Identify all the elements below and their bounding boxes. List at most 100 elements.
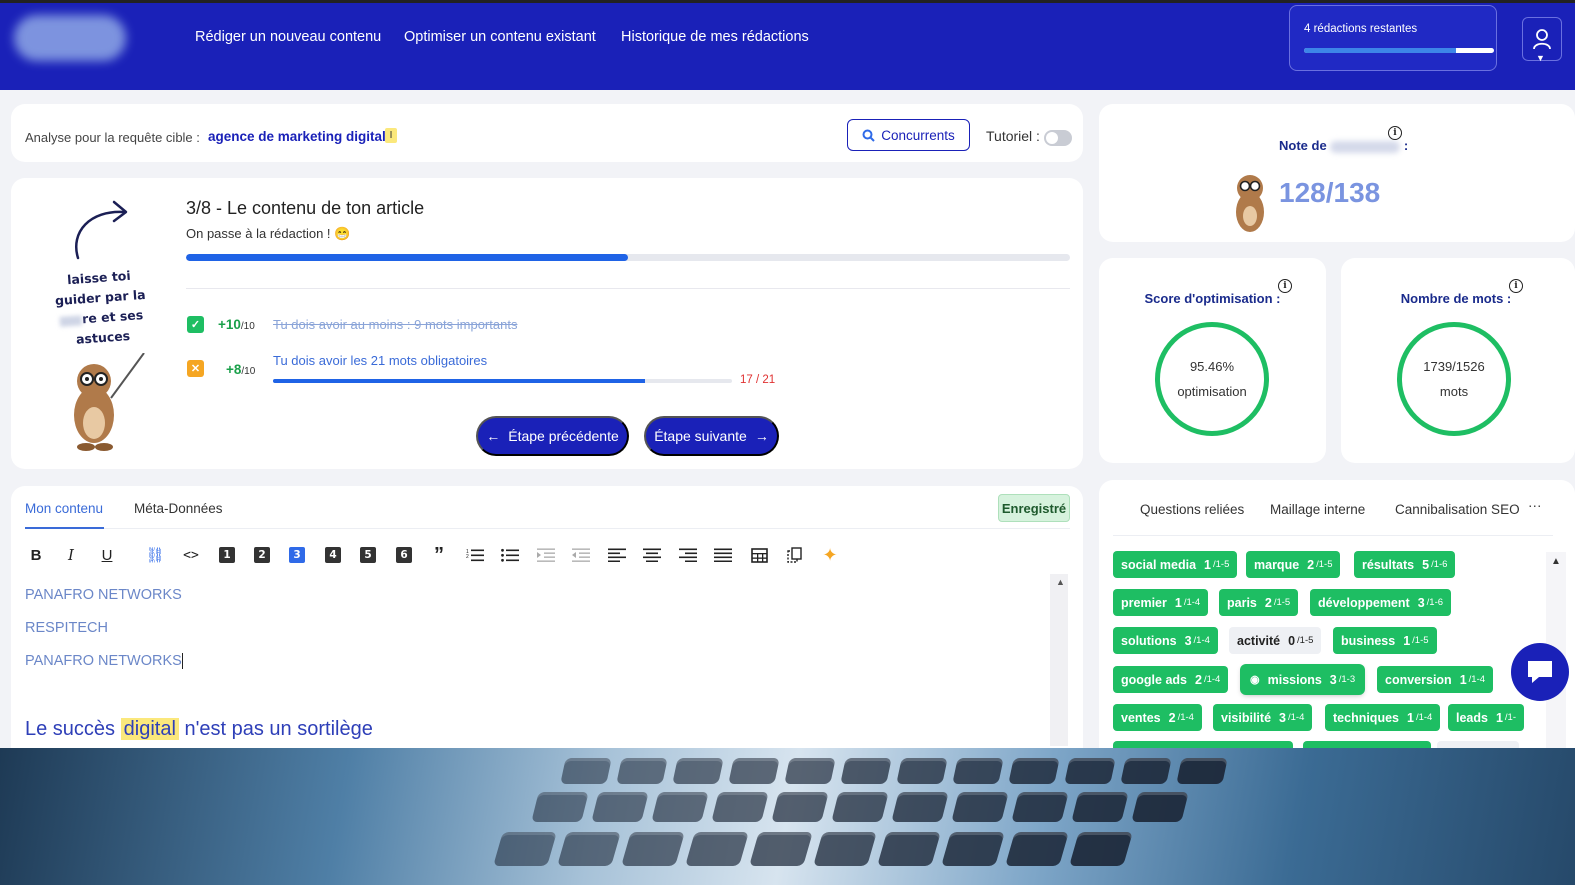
tab-seo-cannibalization[interactable]: Cannibalisation SEO (1395, 502, 1520, 517)
competitors-label: Concurrents (881, 127, 955, 143)
keyboard-key (941, 832, 1005, 866)
keyboard-key (770, 792, 829, 822)
keyword-tag[interactable]: paris 2/1-5 (1219, 589, 1299, 616)
keyword-tag[interactable]: visibilité 3/1-4 (1213, 704, 1313, 731)
keyboard-key (590, 792, 649, 822)
bullet-list-icon[interactable] (499, 544, 521, 566)
nav-optimize-existing[interactable]: Optimiser un contenu existant (404, 29, 596, 45)
keyboard-key (749, 832, 813, 866)
heading-5-button[interactable]: 5 (357, 544, 379, 566)
heading-3-button[interactable]: 3 (286, 544, 308, 566)
previous-step-button[interactable]: ← Étape précédente (476, 416, 629, 456)
info-icon[interactable]: i (1278, 279, 1292, 293)
chat-icon (1528, 661, 1552, 683)
nav-write-new[interactable]: Rédiger un nouveau contenu (195, 29, 381, 45)
requirement-count: 17 / 21 (740, 374, 776, 386)
keyword-count: 2 (1307, 557, 1315, 572)
info-icon[interactable]: i (1388, 126, 1402, 140)
chat-button[interactable] (1511, 643, 1569, 701)
keyword-tag[interactable]: solutions 3/1-4 (1113, 627, 1218, 654)
keyword-range: /1-4 (1468, 674, 1486, 685)
align-justify-icon[interactable] (712, 544, 734, 566)
editor-heading[interactable]: Le succès digital n'est pas un sortilège (25, 718, 373, 741)
brand-logo[interactable] (14, 15, 126, 61)
sparkle-icon[interactable]: ✦ (819, 544, 841, 566)
next-step-button[interactable]: Étape suivante → (644, 416, 779, 456)
code-icon[interactable]: <> (180, 544, 202, 566)
query-value[interactable]: agence de marketing digital (208, 129, 386, 144)
info-icon[interactable]: i (1509, 279, 1523, 293)
ordered-list-icon[interactable]: 12 (464, 544, 486, 566)
indent-icon[interactable] (535, 544, 557, 566)
mascot-illustration (74, 353, 145, 451)
keyword-tag[interactable]: ◉ missions 3/1-3 (1242, 666, 1364, 693)
optimisation-ring: 95.46% optimisation (1155, 322, 1269, 436)
tab-my-content[interactable]: Mon contenu (25, 501, 103, 516)
keyboard-key (877, 832, 941, 866)
bold-icon[interactable]: B (25, 544, 47, 566)
editor-line[interactable]: RESPITECH (25, 620, 108, 636)
competitors-button[interactable]: Concurrents (847, 119, 970, 151)
eye-icon[interactable]: ◉ (1250, 673, 1260, 686)
keyword-range: /1-5 (1412, 635, 1429, 646)
keyboard-key (1120, 758, 1173, 784)
guide-text: laisse toi guider par la re et ses astuc… (54, 267, 147, 347)
keyword-tag[interactable]: conversion 1/1-4 (1377, 666, 1494, 693)
editor-line[interactable]: PANAFRO NETWORKS (25, 653, 183, 670)
keyword-tag[interactable]: social media 1/1-5 (1113, 551, 1238, 578)
copy-icon[interactable] (783, 544, 805, 566)
keyword-count: 2 (1264, 595, 1272, 610)
search-icon (862, 129, 875, 142)
keyboard-key (950, 792, 1009, 822)
keyword-tag[interactable]: premier 1/1-4 (1113, 589, 1209, 616)
keyword-count: 1 (1403, 633, 1411, 648)
underline-icon[interactable]: U (96, 544, 118, 566)
scroll-up-arrow-icon[interactable]: ▲ (1551, 556, 1561, 567)
link-icon[interactable]: ⛓ (144, 544, 166, 566)
tab-internal-linking[interactable]: Maillage interne (1270, 502, 1365, 517)
tutorial-toggle[interactable] (1044, 130, 1072, 146)
keyword-tag[interactable]: techniques 1/1-4 (1325, 704, 1441, 731)
chevron-down-icon[interactable]: ▼ (1536, 53, 1545, 63)
quota-label: 4 rédactions restantes (1304, 23, 1418, 35)
keyword-tag[interactable]: leads 1/1- (1448, 704, 1525, 731)
keyword-range: /1-4 (1183, 597, 1201, 608)
align-right-icon[interactable] (677, 544, 699, 566)
outdent-icon[interactable] (570, 544, 592, 566)
tab-metadata[interactable]: Méta-Données (134, 501, 223, 516)
heading-2-button[interactable]: 2 (251, 544, 273, 566)
keyword-tag[interactable]: marque 2/1-5 (1246, 551, 1341, 578)
keyboard-key (1176, 758, 1229, 784)
nav-history[interactable]: Historique de mes rédactions (621, 29, 809, 45)
keyword-tag[interactable] (1113, 741, 1293, 748)
more-tabs-icon[interactable]: ··· (1528, 498, 1542, 513)
keyword-tag[interactable]: résultats 5/1-6 (1354, 551, 1456, 578)
keyword-tag[interactable]: développement 3/1-6 (1310, 589, 1452, 616)
heading-4-button[interactable]: 4 (322, 544, 344, 566)
keyword-tag[interactable]: ventes 2/1-4 (1113, 704, 1202, 731)
scroll-up-arrow-icon[interactable]: ▲ (1056, 577, 1065, 587)
editor-line[interactable]: PANAFRO NETWORKS (25, 587, 182, 603)
note-card: Note de : i 128/138 (1099, 104, 1575, 242)
quote-icon[interactable]: ” (428, 544, 450, 566)
heading-6-button[interactable]: 6 (393, 544, 415, 566)
heading-1-button[interactable]: 1 (216, 544, 238, 566)
keyword-count: 1 (1407, 710, 1414, 725)
keyword-tag[interactable]: google ads 2/1-4 (1113, 666, 1229, 693)
table-icon[interactable] (748, 544, 770, 566)
align-center-icon[interactable] (641, 544, 663, 566)
mascot-small-illustration (1236, 175, 1264, 232)
italic-icon[interactable]: I (60, 544, 82, 566)
keyword-tag[interactable]: activité 0/1-5 (1229, 627, 1322, 654)
keyboard-key (616, 758, 669, 784)
tab-related-questions[interactable]: Questions reliées (1140, 502, 1244, 517)
optimisation-score-card: Score d'optimisation : i 95.46% optimisa… (1099, 258, 1326, 463)
divider (186, 288, 1070, 289)
keyword-tag[interactable]: business 1/1-5 (1333, 627, 1437, 654)
keyword-range: /1-3 (1338, 674, 1356, 685)
align-left-icon[interactable] (606, 544, 628, 566)
keyword-tag[interactable] (1303, 741, 1431, 748)
word-count-title: Nombre de mots : (1400, 291, 1512, 306)
editor-scrollbar[interactable] (1050, 574, 1068, 746)
keyword-tag[interactable] (1437, 741, 1519, 748)
